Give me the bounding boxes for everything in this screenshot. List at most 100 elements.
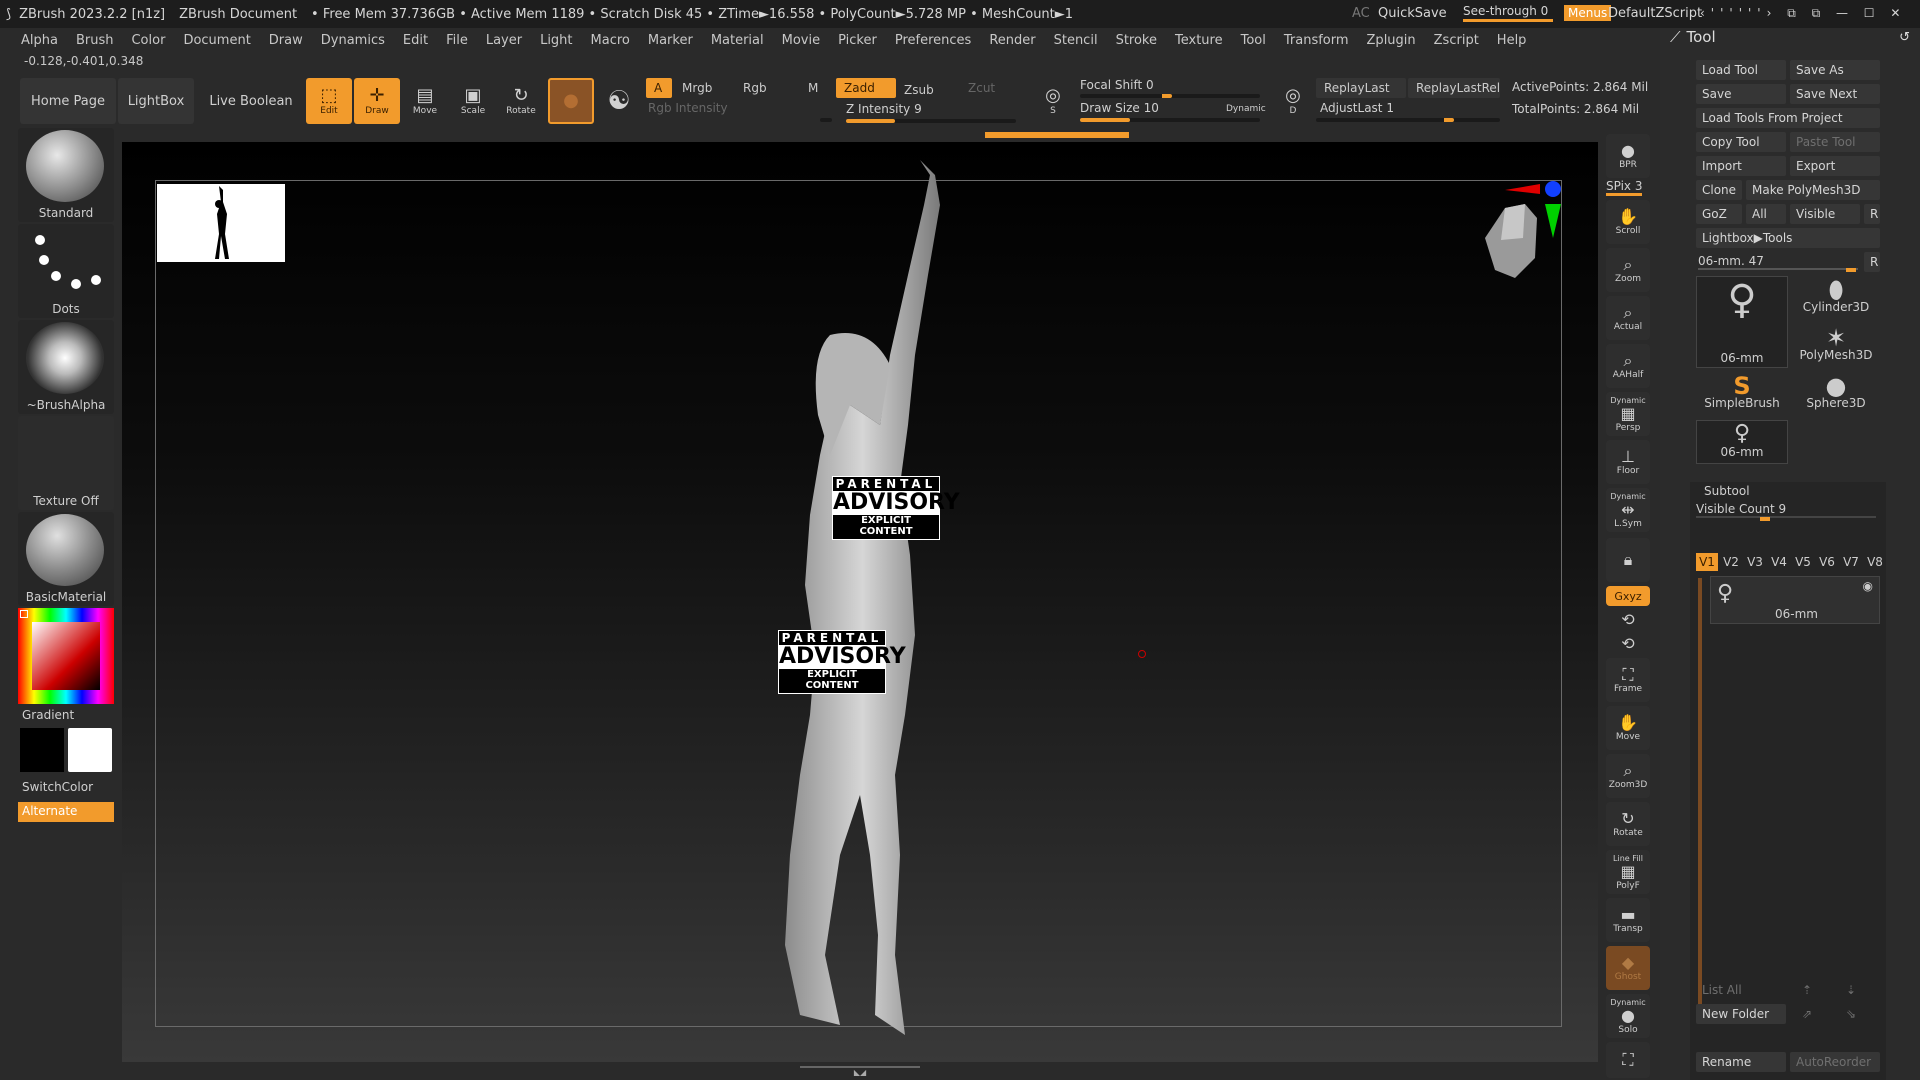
load-tools-from-project-button[interactable]: Load Tools From Project	[1696, 108, 1880, 128]
menu-zplugin[interactable]: Zplugin	[1358, 33, 1425, 48]
import-button[interactable]: Import	[1696, 156, 1786, 176]
solo-button[interactable]: Dynamic ● Solo	[1606, 994, 1650, 1038]
menu-render[interactable]: Render	[980, 33, 1044, 48]
menu-marker[interactable]: Marker	[639, 33, 702, 48]
menu-stencil[interactable]: Stencil	[1045, 33, 1107, 48]
paste-tool-button[interactable]: Paste Tool	[1790, 132, 1880, 152]
menu-layer[interactable]: Layer	[477, 33, 531, 48]
switch-color-button[interactable]: SwitchColor	[22, 780, 93, 794]
menu-stroke[interactable]: Stroke	[1107, 33, 1166, 48]
window-controls[interactable]: ‹''''''› ⧉ ⧉ — ☐ ✕	[1700, 6, 1906, 21]
m-toggle[interactable]: M	[800, 78, 830, 98]
menu-tool[interactable]: Tool	[1232, 33, 1275, 48]
home-page-button[interactable]: Home Page	[20, 78, 116, 124]
adjust-last-slider[interactable]	[1316, 118, 1500, 122]
menu-movie[interactable]: Movie	[773, 33, 829, 48]
save-button[interactable]: Save	[1696, 84, 1786, 104]
ghost-button[interactable]: ◆ Ghost	[1606, 946, 1650, 990]
material-swatch-button[interactable]: ●	[548, 78, 594, 124]
zsub-toggle[interactable]: Zsub	[896, 80, 956, 100]
xyz-button[interactable]: Gxyz	[1606, 586, 1650, 606]
local-symmetry-button[interactable]: Dynamic ⇹ L.Sym	[1606, 488, 1650, 532]
zadd-toggle[interactable]: Zadd	[836, 78, 896, 98]
subtool-visibility-icon[interactable]: ◉	[1863, 579, 1873, 593]
menu-material[interactable]: Material	[702, 33, 773, 48]
goz-r-button[interactable]: R	[1864, 204, 1880, 224]
zoom3d-button[interactable]: ⌕ Zoom3D	[1606, 754, 1650, 798]
current-tool-slider[interactable]: 06-mm. 47	[1698, 254, 1858, 270]
scroll-button[interactable]: ✋ Scroll	[1606, 200, 1650, 244]
subtool-list-item[interactable]: ♀ ◉ 06-mm	[1710, 576, 1880, 624]
subtool-tab-v6[interactable]: V6	[1816, 553, 1838, 571]
mrgb-toggle[interactable]: Mrgb	[674, 78, 734, 98]
spix-slider[interactable]: SPix 3	[1606, 179, 1643, 196]
default-zscript-button[interactable]: DefaultZScript	[1608, 6, 1702, 21]
transpose-button[interactable]: ⛶	[1606, 1042, 1650, 1078]
move-button[interactable]: ▤ Move	[402, 78, 448, 124]
menu-document[interactable]: Document	[174, 33, 259, 48]
menu-macro[interactable]: Macro	[582, 33, 639, 48]
tool-thumb-simplebrush[interactable]: S SimpleBrush	[1696, 372, 1788, 416]
floor-button[interactable]: ⊥ Floor	[1606, 440, 1650, 484]
tool-thumb-06mm-small[interactable]: ♀ 06-mm	[1696, 420, 1788, 464]
scale-button[interactable]: ▣ Scale	[450, 78, 496, 124]
edit-button[interactable]: ⬚ Edit	[306, 78, 352, 124]
clone-button[interactable]: Clone	[1696, 180, 1742, 200]
subtool-tab-v7[interactable]: V7	[1840, 553, 1862, 571]
folder-up-button[interactable]: ⇗	[1796, 1004, 1836, 1024]
subtool-tab-v8[interactable]: V8	[1864, 553, 1886, 571]
subtool-tab-v1[interactable]: V1	[1696, 553, 1718, 571]
tool-thumb-06mm[interactable]: ♀ 06-mm	[1696, 276, 1788, 368]
tool-thumb-polymesh3d[interactable]: ✶ PolyMesh3D	[1792, 324, 1880, 368]
aahalf-button[interactable]: ⌕ AAHalf	[1606, 344, 1650, 388]
subtool-tab-v3[interactable]: V3	[1744, 553, 1766, 571]
rotate-z-button[interactable]: ⟲	[1606, 634, 1650, 654]
tool-palette-header[interactable]: ⟋ Tool ↺	[1670, 28, 1910, 50]
brush-standard-tile[interactable]: Standard	[18, 128, 114, 222]
menu-edit[interactable]: Edit	[394, 33, 437, 48]
rgb-intensity-slider[interactable]	[820, 118, 832, 122]
zoom-button[interactable]: ⌕ Zoom	[1606, 248, 1650, 292]
focal-shift-slider[interactable]	[1080, 94, 1260, 98]
menu-picker[interactable]: Picker	[829, 33, 886, 48]
menu-help[interactable]: Help	[1488, 33, 1536, 48]
material-tile[interactable]: BasicMaterial	[18, 512, 114, 606]
menu-color[interactable]: Color	[122, 33, 174, 48]
secondary-color-swatch[interactable]	[68, 728, 112, 772]
main-color-swatch[interactable]	[20, 728, 64, 772]
quicksave-button[interactable]: QuickSave	[1378, 6, 1447, 21]
export-button[interactable]: Export	[1790, 156, 1880, 176]
lightbox-tools-button[interactable]: Lightbox▶Tools	[1696, 228, 1880, 248]
subtool-tab-v5[interactable]: V5	[1792, 553, 1814, 571]
alpha-tile[interactable]: ~BrushAlpha	[18, 320, 114, 414]
folder-down-button[interactable]: ⇘	[1840, 1004, 1880, 1024]
rotate-button[interactable]: ↻ Rotate	[498, 78, 544, 124]
draw-button[interactable]: ✛ Draw	[354, 78, 400, 124]
navigator-thumbnail[interactable]	[157, 184, 285, 262]
replay-last-rel-button[interactable]: ReplayLastRel	[1408, 78, 1500, 98]
visible-count-slider[interactable]: Visible Count 9	[1696, 502, 1876, 518]
goz-all-button[interactable]: All	[1746, 204, 1786, 224]
persp-button[interactable]: Dynamic ▦ Persp	[1606, 392, 1650, 436]
rename-button[interactable]: Rename	[1696, 1052, 1786, 1072]
palette-close-icon[interactable]: ↺	[1899, 30, 1910, 45]
tool-thumb-sphere3d[interactable]: ● Sphere3D	[1792, 372, 1880, 416]
menu-light[interactable]: Light	[531, 33, 581, 48]
sculpt-figure[interactable]	[730, 155, 990, 1055]
current-tool-r-button[interactable]: R	[1864, 252, 1880, 272]
subtool-header[interactable]: Subtool	[1704, 484, 1750, 498]
load-tool-button[interactable]: Load Tool	[1696, 60, 1786, 80]
rotate-y-button[interactable]: ⟲	[1606, 610, 1650, 630]
replay-last-button[interactable]: ReplayLast	[1316, 78, 1406, 98]
menu-texture[interactable]: Texture	[1166, 33, 1232, 48]
brush-mode-button[interactable]: ☯	[596, 78, 642, 124]
actual-button[interactable]: ⌕ Actual	[1606, 296, 1650, 340]
goz-button[interactable]: GoZ	[1696, 204, 1742, 224]
menu-dynamics[interactable]: Dynamics	[312, 33, 394, 48]
menu-alpha[interactable]: Alpha	[12, 33, 67, 48]
draw-size-slider[interactable]	[1080, 118, 1260, 122]
copy-tool-button[interactable]: Copy Tool	[1696, 132, 1786, 152]
menu-draw[interactable]: Draw	[260, 33, 312, 48]
transp-button[interactable]: ▬ Transp	[1606, 898, 1650, 942]
texture-tile[interactable]: Texture Off	[18, 416, 114, 510]
